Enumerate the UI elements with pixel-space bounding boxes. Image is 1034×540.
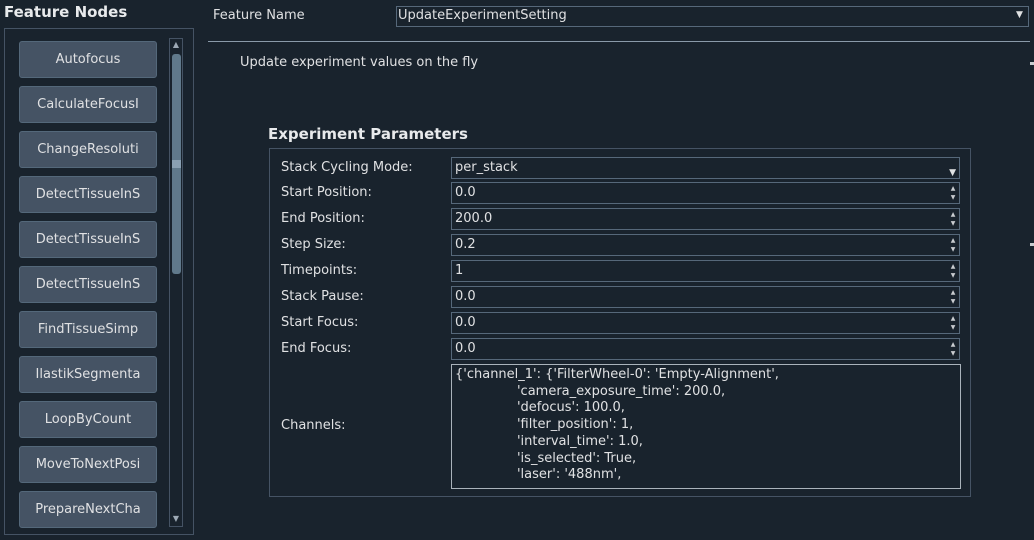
end-focus-value: 0.0 (455, 341, 476, 356)
spin-up-down-icon[interactable]: ▲ ▼ (949, 184, 957, 202)
spin-up-down-icon[interactable]: ▲ ▼ (949, 210, 957, 228)
feature-nodes-list: Autofocus CalculateFocusI ChangeResoluti… (17, 40, 161, 528)
node-button-find-tissue[interactable]: FindTissueSimp (19, 311, 157, 348)
stack-pause-spinbox[interactable]: 0.0 ▲ ▼ (451, 286, 960, 308)
stack-cycling-mode-dropdown[interactable]: per_stack ▼ (451, 157, 960, 179)
node-button-detect-tissue-2[interactable]: DetectTissueInS (19, 221, 157, 258)
feature-name-label: Feature Name (213, 8, 305, 23)
end-position-value: 200.0 (455, 211, 493, 226)
scrollbar-grip (172, 160, 181, 168)
spin-up-down-icon[interactable]: ▲ ▼ (949, 288, 957, 306)
step-size-value: 0.2 (455, 237, 476, 252)
channels-label: Channels: (281, 418, 346, 433)
node-button-move-to-next-position[interactable]: MoveToNextPosi (19, 446, 157, 483)
timepoints-label: Timepoints: (281, 263, 358, 278)
end-focus-label: End Focus: (281, 341, 352, 356)
start-position-spinbox[interactable]: 0.0 ▲ ▼ (451, 182, 960, 204)
node-button-change-resolution[interactable]: ChangeResoluti (19, 131, 157, 168)
node-button-loop-by-count[interactable]: LoopByCount (19, 401, 157, 438)
stack-cycling-mode-label: Stack Cycling Mode: (281, 160, 413, 175)
end-focus-spinbox[interactable]: 0.0 ▲ ▼ (451, 338, 960, 360)
node-button-detect-tissue-1[interactable]: DetectTissueInS (19, 176, 157, 213)
node-button-prepare-next-channel[interactable]: PrepareNextCha (19, 491, 157, 528)
chevron-down-icon[interactable]: ▼ (1016, 10, 1023, 20)
end-position-spinbox[interactable]: 200.0 ▲ ▼ (451, 208, 960, 230)
triangle-down-icon[interactable]: ▼ (171, 514, 181, 524)
clipped-edge-mark (1030, 243, 1034, 246)
feature-name-value: UpdateExperimentSetting (398, 8, 567, 23)
start-focus-label: Start Focus: (281, 315, 359, 330)
stack-cycling-mode-value: per_stack (455, 160, 518, 175)
node-button-autofocus[interactable]: Autofocus (19, 41, 157, 78)
timepoints-spinbox[interactable]: 1 ▲ ▼ (451, 260, 960, 282)
start-position-value: 0.0 (455, 185, 476, 200)
stack-pause-label: Stack Pause: (281, 289, 364, 304)
node-button-calculate-focus[interactable]: CalculateFocusI (19, 86, 157, 123)
start-focus-spinbox[interactable]: 0.0 ▲ ▼ (451, 312, 960, 334)
feature-description: Update experiment values on the fly (240, 55, 479, 70)
step-size-spinbox[interactable]: 0.2 ▲ ▼ (451, 234, 960, 256)
spin-up-down-icon[interactable]: ▲ ▼ (949, 314, 957, 332)
stack-pause-value: 0.0 (455, 289, 476, 304)
node-button-ilastik-segmentation[interactable]: IlastikSegmenta (19, 356, 157, 393)
start-position-label: Start Position: (281, 185, 372, 200)
spin-up-down-icon[interactable]: ▲ ▼ (949, 340, 957, 358)
feature-nodes-title: Feature Nodes (4, 3, 128, 21)
spin-up-down-icon[interactable]: ▲ ▼ (949, 262, 957, 280)
end-position-label: End Position: (281, 211, 365, 226)
experiment-parameters-title: Experiment Parameters (268, 125, 468, 143)
step-size-label: Step Size: (281, 237, 346, 252)
spin-up-down-icon[interactable]: ▲ ▼ (949, 236, 957, 254)
start-focus-value: 0.0 (455, 315, 476, 330)
clipped-edge-mark (1030, 62, 1034, 65)
divider (208, 41, 1030, 42)
timepoints-value: 1 (455, 263, 464, 278)
channels-text-area[interactable]: {'channel_1': {'FilterWheel-0': 'Empty-A… (451, 364, 961, 489)
triangle-up-icon[interactable]: ▲ (171, 40, 181, 50)
node-button-detect-tissue-3[interactable]: DetectTissueInS (19, 266, 157, 303)
chevron-down-icon[interactable]: ▼ (949, 163, 956, 183)
